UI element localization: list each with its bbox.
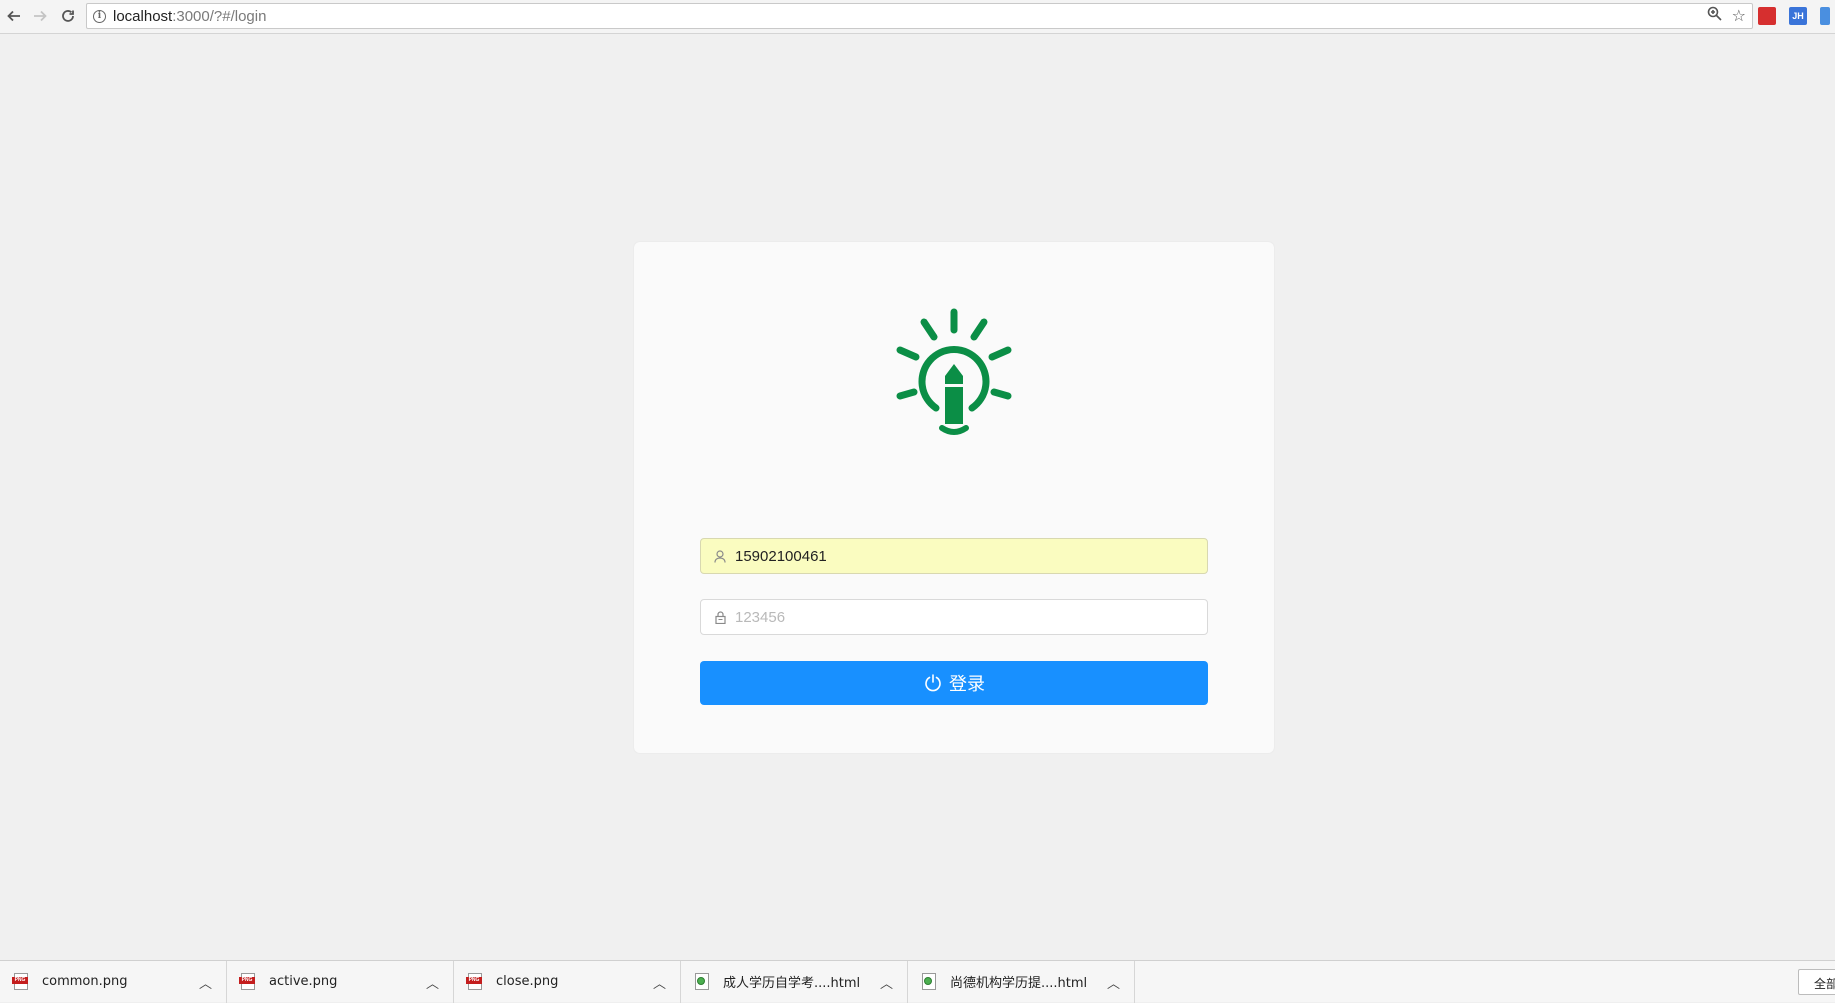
chevron-up-icon[interactable]: ︿ — [653, 973, 666, 992]
bookmark-star-icon[interactable]: ☆ — [1732, 6, 1746, 26]
extension-icon[interactable] — [1758, 7, 1776, 25]
html-file-icon — [922, 973, 936, 990]
site-info-icon[interactable]: i — [93, 9, 106, 23]
lock-icon — [713, 610, 727, 624]
page-background: 登录 — [0, 34, 1835, 960]
url-path: :3000/?#/login — [172, 7, 267, 25]
forward-arrow-icon[interactable] — [26, 2, 54, 30]
login-button[interactable]: 登录 — [700, 661, 1208, 705]
download-item[interactable]: PNG common.png ︿ — [0, 960, 227, 1003]
chevron-up-icon[interactable]: ︿ — [426, 973, 439, 992]
download-filename: common.png — [42, 974, 128, 989]
url-host: localhost — [113, 7, 173, 25]
chevron-up-icon[interactable]: ︿ — [199, 973, 212, 992]
download-filename: active.png — [269, 974, 338, 989]
show-all-downloads-button[interactable]: 全部 — [1798, 969, 1835, 995]
user-icon — [713, 549, 727, 563]
chevron-up-icon[interactable]: ︿ — [880, 973, 893, 992]
login-card: 登录 — [634, 242, 1274, 753]
png-file-icon: PNG — [466, 973, 482, 990]
password-input[interactable] — [735, 608, 1195, 626]
download-filename: 尚德机构学历提....html — [950, 976, 1088, 991]
png-file-icon: PNG — [239, 973, 255, 990]
username-input[interactable] — [735, 547, 1195, 565]
download-item[interactable]: 成人学历自学考....html ︿ — [681, 960, 908, 1003]
download-item[interactable]: PNG active.png ︿ — [227, 960, 454, 1003]
power-icon — [925, 674, 941, 692]
reload-icon[interactable] — [54, 2, 82, 30]
download-filename: close.png — [496, 974, 559, 989]
username-field[interactable] — [700, 538, 1208, 574]
download-shelf: PNG common.png ︿ PNG active.png ︿ PNG cl… — [0, 960, 1835, 1003]
extension-icon-partial[interactable] — [1820, 7, 1830, 25]
address-bar[interactable]: i localhost :3000/?#/login ☆ — [86, 3, 1753, 29]
password-field[interactable] — [700, 599, 1208, 635]
login-button-label: 登录 — [949, 674, 985, 695]
download-item[interactable]: 尚德机构学历提....html ︿ — [908, 960, 1135, 1003]
back-arrow-icon[interactable] — [0, 2, 28, 30]
download-item[interactable]: PNG close.png ︿ — [454, 960, 681, 1003]
png-file-icon: PNG — [12, 973, 28, 990]
jh-extension-icon[interactable]: JH — [1789, 7, 1807, 25]
zoom-icon[interactable] — [1707, 6, 1722, 26]
browser-toolbar: i localhost :3000/?#/login ☆ JH — [0, 0, 1835, 34]
html-file-icon — [695, 973, 709, 990]
chevron-up-icon[interactable]: ︿ — [1107, 973, 1120, 992]
lightbulb-pencil-logo — [896, 308, 1012, 435]
download-filename: 成人学历自学考....html — [723, 976, 861, 991]
